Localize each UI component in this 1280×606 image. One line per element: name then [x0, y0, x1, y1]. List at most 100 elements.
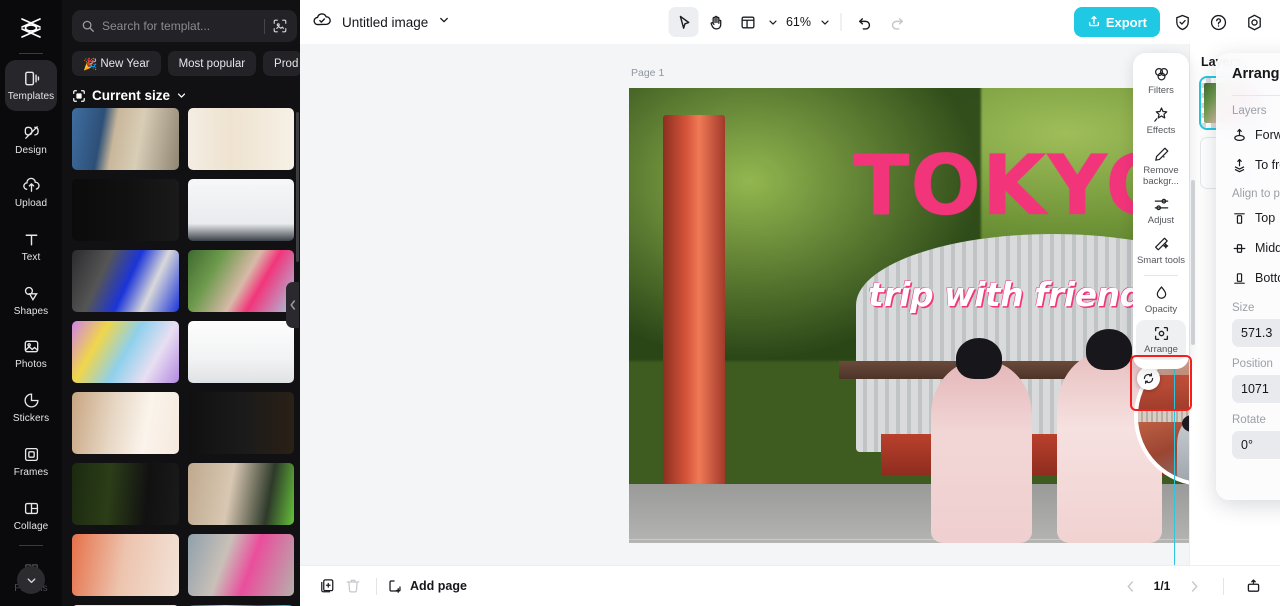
- chevron-down-icon[interactable]: [17, 566, 45, 594]
- template-card[interactable]: [187, 179, 294, 241]
- template-card[interactable]: [72, 534, 179, 596]
- rotate-field[interactable]: 0°: [1232, 431, 1280, 459]
- capcut-logo[interactable]: [14, 13, 48, 42]
- dock-item-label: Smart tools: [1136, 255, 1186, 267]
- template-card[interactable]: [187, 392, 294, 454]
- chip-most-popular[interactable]: Most popular: [167, 51, 257, 76]
- template-card[interactable]: [72, 392, 179, 454]
- template-card[interactable]: [72, 179, 179, 241]
- next-page-button[interactable]: [1181, 573, 1207, 599]
- help-button[interactable]: [1204, 8, 1232, 36]
- template-card[interactable]: [187, 250, 294, 312]
- action-label: Top: [1255, 211, 1276, 225]
- sidebar-item-collage[interactable]: Collage: [5, 490, 57, 541]
- layout-grid-icon: [740, 16, 755, 28]
- sidebar-item-upload[interactable]: Upload: [5, 168, 57, 219]
- opacity-icon: [1156, 286, 1166, 300]
- position-x-field[interactable]: 1071 X: [1232, 375, 1280, 403]
- action-label: Forward: [1255, 128, 1280, 142]
- duplicate-page-icon: [321, 579, 334, 593]
- search-input-wrapper[interactable]: [72, 10, 297, 42]
- sidebar-item-shapes[interactable]: Shapes: [5, 275, 57, 326]
- chevron-down-icon[interactable]: [438, 13, 450, 31]
- dock-item-label: Opacity: [1144, 304, 1178, 316]
- top-toolbar: Untitled image 61% Export: [300, 0, 1280, 44]
- party-popper-icon: 🎉: [83, 58, 98, 71]
- settings-button[interactable]: [1240, 8, 1268, 36]
- zoom-chevron-button[interactable]: [817, 7, 833, 37]
- sidebar-item-design[interactable]: Design: [5, 114, 57, 165]
- dock-scrollbar[interactable]: [1191, 180, 1195, 345]
- shield-check-button[interactable]: [1168, 8, 1196, 36]
- align-bottom-button[interactable]: Bottom: [1232, 265, 1280, 291]
- dock-item-filters[interactable]: Filters: [1136, 61, 1186, 101]
- width-value: 571.3: [1241, 326, 1273, 340]
- redo-icon: [891, 17, 903, 30]
- sidebar-item-stickers[interactable]: Stickers: [5, 382, 57, 433]
- present-button[interactable]: [1240, 573, 1266, 599]
- redo-button[interactable]: [882, 7, 912, 37]
- align-middle-icon: [1233, 243, 1246, 253]
- template-card[interactable]: [187, 108, 294, 170]
- arrange-panel-title: Arrange: [1232, 66, 1280, 82]
- template-filter-chips: 🎉 New Year Most popular Prod: [62, 42, 300, 76]
- template-search-row: [62, 0, 300, 42]
- templates-scrollbar[interactable]: [296, 112, 299, 262]
- zoom-level[interactable]: 61%: [783, 15, 815, 29]
- template-card[interactable]: [72, 108, 179, 170]
- action-label: Bottom: [1255, 271, 1280, 285]
- rail-divider: [19, 53, 43, 55]
- canvas-tools: 61%: [668, 7, 912, 37]
- undo-button[interactable]: [850, 7, 880, 37]
- help-circle-icon: [1210, 14, 1226, 30]
- sidebar-item-label: Templates: [7, 91, 55, 103]
- width-field[interactable]: 571.3 W: [1232, 319, 1280, 347]
- template-card[interactable]: [72, 321, 179, 383]
- chip-new-year[interactable]: 🎉 New Year: [72, 51, 161, 76]
- dock-item-smart-tools[interactable]: Smart tools: [1136, 231, 1186, 271]
- template-card[interactable]: [187, 534, 294, 596]
- sidebar-item-photos[interactable]: Photos: [5, 329, 57, 380]
- dock-item-adjust[interactable]: Adjust: [1136, 191, 1186, 231]
- select-tool-button[interactable]: [668, 7, 699, 37]
- left-nav-rail: Templates Design Upload Text Shapes Phot…: [0, 0, 62, 606]
- hand-tool-button[interactable]: [701, 7, 731, 37]
- remove-background-icon: [1154, 147, 1168, 161]
- dock-item-remove-background[interactable]: Remove backgr...: [1136, 141, 1186, 191]
- dock-item-opacity[interactable]: Opacity: [1136, 280, 1186, 320]
- sidebar-item-text[interactable]: Text: [5, 221, 57, 272]
- layout-tool-button[interactable]: [733, 7, 763, 37]
- template-card[interactable]: [72, 250, 179, 312]
- rotate-handle-button[interactable]: [1137, 367, 1160, 390]
- layout-chevron-button[interactable]: [765, 7, 781, 37]
- image-search-icon[interactable]: [272, 18, 288, 34]
- sidebar-item-templates[interactable]: Templates: [5, 60, 57, 111]
- align-top-button[interactable]: Top: [1232, 205, 1280, 231]
- add-page-label: Add page: [410, 579, 467, 593]
- template-card[interactable]: [187, 321, 294, 383]
- export-button[interactable]: Export: [1073, 7, 1160, 37]
- template-card[interactable]: [72, 463, 179, 525]
- duplicate-page-button[interactable]: [314, 573, 340, 599]
- delete-page-button[interactable]: [340, 573, 366, 599]
- template-card[interactable]: [187, 463, 294, 525]
- to-front-button[interactable]: To front: [1232, 152, 1280, 178]
- sidebar-item-label: Text: [21, 252, 41, 264]
- search-input[interactable]: [102, 19, 257, 33]
- document-title[interactable]: Untitled image: [342, 15, 428, 30]
- toolbar-divider: [840, 13, 842, 31]
- dock-item-arrange[interactable]: Arrange: [1136, 320, 1186, 360]
- editor-main: Untitled image 61% Export Page 1 TOKYO t…: [300, 0, 1280, 606]
- dock-item-effects[interactable]: Effects: [1136, 101, 1186, 141]
- page-navigation: 1/1: [1117, 573, 1266, 599]
- chip-product[interactable]: Prod: [263, 51, 300, 76]
- current-size-selector[interactable]: Current size: [62, 76, 300, 111]
- previous-page-button[interactable]: [1117, 573, 1143, 599]
- templates-panel: 🎉 New Year Most popular Prod Current siz…: [62, 0, 300, 606]
- align-middle-button[interactable]: Middle: [1232, 235, 1280, 261]
- add-page-button[interactable]: Add page: [387, 578, 467, 594]
- collapse-panel-handle[interactable]: [286, 282, 299, 328]
- sidebar-item-frames[interactable]: Frames: [5, 436, 57, 487]
- forward-button[interactable]: Forward: [1232, 122, 1280, 148]
- current-size-label: Current size: [92, 88, 171, 103]
